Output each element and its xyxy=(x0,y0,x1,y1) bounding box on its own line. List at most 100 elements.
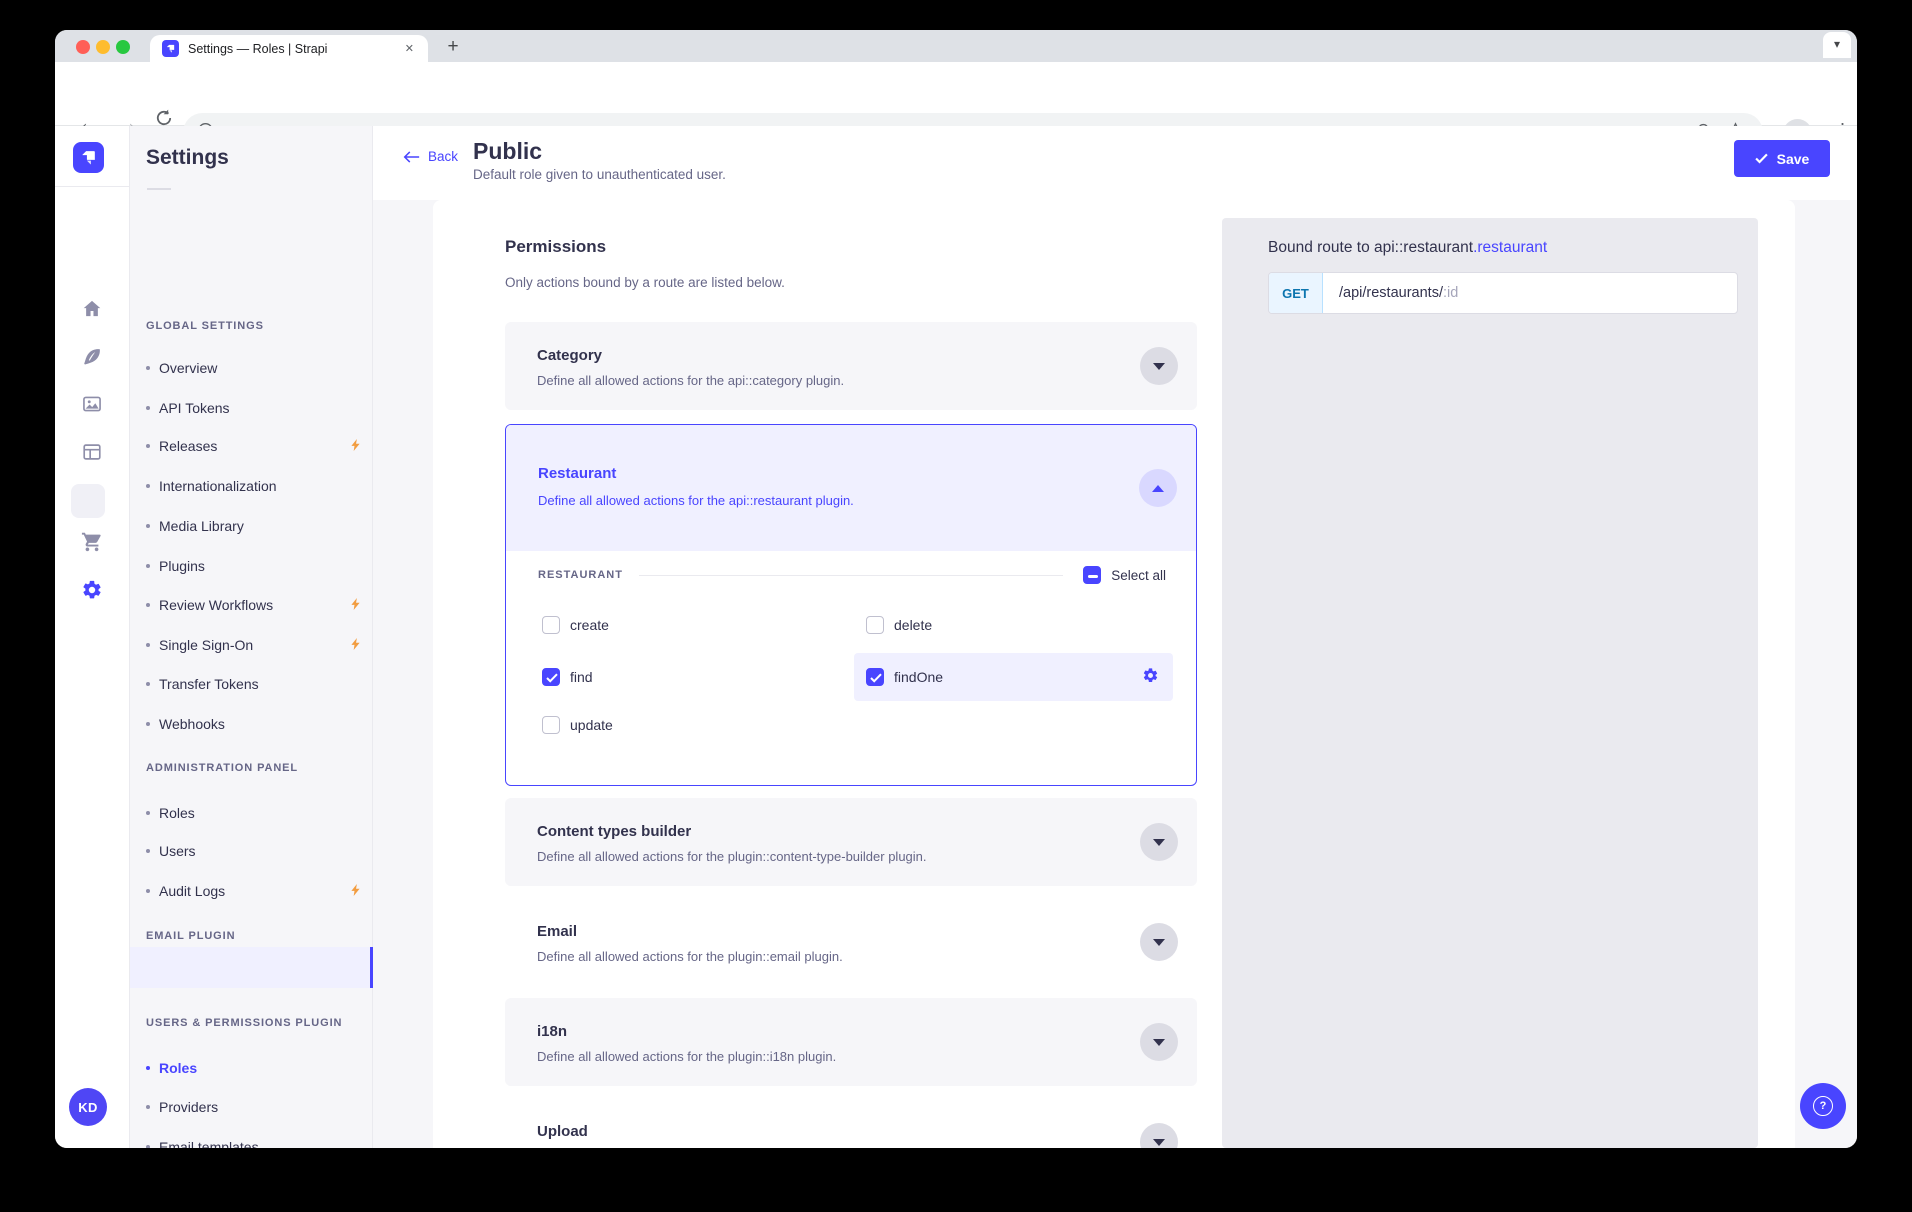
question-icon: ? xyxy=(1813,1096,1833,1116)
chevron-down-icon[interactable] xyxy=(1140,823,1178,861)
sidebar-item-providers[interactable]: Providers xyxy=(146,1097,373,1117)
permission-update[interactable]: update xyxy=(530,703,850,747)
http-method-badge: GET xyxy=(1269,273,1323,313)
back-arrow-icon xyxy=(403,150,420,164)
settings-sidebar-title: Settings xyxy=(146,146,229,170)
settings-sidebar: Settings GLOBAL SETTINGS Overview API To… xyxy=(130,126,373,1148)
permissions-title: Permissions xyxy=(505,237,606,257)
sidebar-item-webhooks[interactable]: Webhooks xyxy=(146,714,373,734)
media-library-icon[interactable] xyxy=(77,389,107,419)
bullet-icon xyxy=(146,722,150,726)
tab-search-icon[interactable]: ▾ xyxy=(1823,32,1851,58)
chevron-down-icon[interactable] xyxy=(1140,1123,1178,1148)
permission-find[interactable]: find xyxy=(530,655,850,699)
accordion-restaurant: Restaurant Define all allowed actions fo… xyxy=(505,424,1197,786)
sidebar-item-transfer-tokens[interactable]: Transfer Tokens xyxy=(146,674,373,694)
bullet-icon xyxy=(146,564,150,568)
lightning-icon xyxy=(350,637,361,654)
permission-create[interactable]: create xyxy=(530,603,850,647)
sidebar-item-internationalization[interactable]: Internationalization xyxy=(146,476,373,496)
accordion-restaurant-header[interactable]: Restaurant Define all allowed actions fo… xyxy=(506,425,1196,551)
new-tab-button[interactable]: + xyxy=(440,35,466,59)
bullet-icon xyxy=(146,682,150,686)
lightning-icon xyxy=(350,883,361,900)
accordion-i18n[interactable]: i18n Define all allowed actions for the … xyxy=(505,998,1197,1086)
browser-tab[interactable]: Settings — Roles | Strapi ✕ xyxy=(150,35,428,62)
route-path[interactable]: /api/restaurants/:id xyxy=(1323,273,1458,313)
sidebar-rule xyxy=(147,188,171,190)
sidebar-item-releases[interactable]: Releases xyxy=(146,436,373,456)
sidebar-item-single-sign-on[interactable]: Single Sign-On xyxy=(146,635,373,655)
tab-strip: Settings — Roles | Strapi ✕ + ▾ xyxy=(55,30,1857,62)
accordion-email[interactable]: Email Define all allowed actions for the… xyxy=(505,898,1197,986)
section-global-settings: GLOBAL SETTINGS xyxy=(146,320,264,332)
sidebar-item-media-library[interactable]: Media Library xyxy=(146,516,373,536)
chevron-down-icon[interactable] xyxy=(1140,1023,1178,1061)
checkbox-unchecked[interactable] xyxy=(866,616,884,634)
section-users-permissions-plugin: USERS & PERMISSIONS PLUGIN xyxy=(146,1017,342,1029)
strapi-logo[interactable] xyxy=(73,142,104,173)
rail-divider xyxy=(55,186,129,187)
checkbox-unchecked[interactable] xyxy=(542,716,560,734)
chevron-down-icon[interactable] xyxy=(1140,347,1178,385)
help-button[interactable]: ? xyxy=(1800,1083,1846,1129)
select-all-row: RESTAURANT Select all xyxy=(538,557,1166,593)
save-button[interactable]: Save xyxy=(1734,140,1830,177)
sidebar-item-audit-logs[interactable]: Audit Logs xyxy=(146,881,373,901)
sidebar-item-review-workflows[interactable]: Review Workflows xyxy=(146,595,373,615)
page-subtitle: Default role given to unauthenticated us… xyxy=(473,167,726,182)
section-administration-panel: ADMINISTRATION PANEL xyxy=(146,762,298,774)
page-title: Public xyxy=(473,138,542,165)
bullet-icon xyxy=(146,406,150,410)
settings-cog-icon[interactable] xyxy=(1142,667,1159,687)
sidebar-item-overview[interactable]: Overview xyxy=(146,358,373,378)
lightning-icon xyxy=(350,438,361,455)
check-icon xyxy=(1755,153,1768,164)
tab-close-icon[interactable]: ✕ xyxy=(401,40,418,57)
marketplace-cart-icon[interactable] xyxy=(77,527,107,557)
sidebar-item-users[interactable]: Users xyxy=(146,841,373,861)
group-label: RESTAURANT xyxy=(538,569,623,581)
route-field[interactable]: GET /api/restaurants/:id xyxy=(1268,272,1738,314)
permission-findone[interactable]: findOne xyxy=(854,653,1173,701)
permissions-card: Permissions Only actions bound by a rout… xyxy=(433,200,1795,1148)
section-email-plugin: EMAIL PLUGIN xyxy=(146,930,235,942)
settings-gear-icon[interactable] xyxy=(77,575,107,605)
checkbox-checked[interactable] xyxy=(866,668,884,686)
bullet-icon xyxy=(146,524,150,528)
zoom-window-button[interactable] xyxy=(116,40,130,54)
sidebar-item-api-tokens[interactable]: API Tokens xyxy=(146,398,373,418)
tab-title: Settings — Roles | Strapi xyxy=(188,42,401,56)
permission-delete[interactable]: delete xyxy=(854,603,1174,647)
bullet-icon xyxy=(146,889,150,893)
home-icon[interactable] xyxy=(77,294,107,324)
browser-toolbar: ← → localhost:1337/admin/settings/users-… xyxy=(55,62,1857,126)
checkbox-unchecked[interactable] xyxy=(542,616,560,634)
sidebar-item-admin-roles[interactable]: Roles xyxy=(146,803,373,823)
content-manager-icon[interactable] xyxy=(77,342,107,372)
back-link[interactable]: Back xyxy=(403,149,458,164)
select-all-checkbox[interactable] xyxy=(1083,566,1101,584)
accordion-upload[interactable]: Upload xyxy=(505,1098,1197,1148)
content-type-builder-icon[interactable] xyxy=(77,437,107,467)
sidebar-item-up-roles[interactable]: Roles xyxy=(146,1058,373,1078)
sidebar-item-plugins[interactable]: Plugins xyxy=(146,556,373,576)
user-avatar[interactable]: KD xyxy=(69,1088,107,1126)
bullet-icon xyxy=(146,366,150,370)
bullet-icon xyxy=(146,643,150,647)
select-all-label: Select all xyxy=(1111,568,1166,583)
bullet-icon xyxy=(146,1105,150,1109)
bullet-icon xyxy=(146,1066,150,1070)
accordion-content-types-builder[interactable]: Content types builder Define all allowed… xyxy=(505,798,1197,886)
close-window-button[interactable] xyxy=(76,40,90,54)
chevron-up-icon[interactable] xyxy=(1139,469,1177,507)
checkbox-checked[interactable] xyxy=(542,668,560,686)
lightning-icon xyxy=(350,597,361,614)
permissions-subtitle: Only actions bound by a route are listed… xyxy=(505,275,785,290)
sidebar-item-email-templates[interactable]: Email templates xyxy=(146,1137,373,1148)
chevron-down-icon[interactable] xyxy=(1140,923,1178,961)
accordion-category[interactable]: Category Define all allowed actions for … xyxy=(505,322,1197,410)
minimize-window-button[interactable] xyxy=(96,40,110,54)
bullet-icon xyxy=(146,603,150,607)
bullet-icon xyxy=(146,849,150,853)
